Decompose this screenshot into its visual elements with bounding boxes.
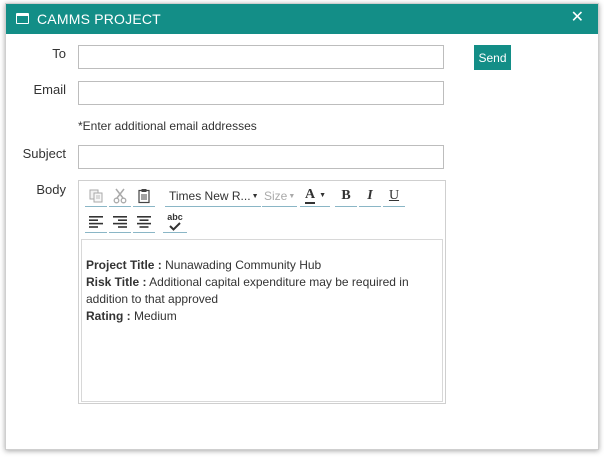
underline-button[interactable]: U	[383, 185, 405, 207]
rating-line: Rating : Medium	[86, 308, 438, 325]
spellcheck-icon	[169, 221, 181, 231]
bold-button[interactable]: B	[335, 185, 357, 207]
risk-title-line: Risk Title : Additional capital expendit…	[86, 274, 438, 308]
email-label: Email	[33, 82, 66, 97]
cut-icon[interactable]	[109, 185, 131, 207]
window-icon	[16, 13, 29, 24]
risk-title-label: Risk Title :	[86, 275, 147, 289]
align-left-button[interactable]	[85, 211, 107, 233]
rating-value: Medium	[134, 309, 177, 323]
chevron-down-icon: ▼	[319, 192, 327, 199]
bold-icon: B	[341, 187, 351, 203]
paste-icon[interactable]	[133, 185, 155, 207]
align-center-button[interactable]	[133, 211, 155, 233]
to-field[interactable]	[78, 45, 444, 69]
chevron-down-icon: ▼	[251, 192, 259, 200]
align-right-button[interactable]	[109, 211, 131, 233]
font-size-select[interactable]: Size▼	[262, 185, 297, 207]
subject-field[interactable]	[78, 145, 444, 169]
email-note: *Enter additional email addresses	[78, 119, 257, 133]
to-label: To	[52, 46, 66, 61]
font-color-button[interactable]: A ▼	[300, 185, 330, 207]
font-family-value: Times New R...	[169, 189, 251, 203]
project-title-value: Nunawading Community Hub	[165, 258, 322, 272]
project-title-label: Project Title :	[86, 258, 162, 272]
align-center-icon	[137, 215, 151, 228]
dialog-titlebar: CAMMS PROJECT ✕	[6, 4, 598, 34]
align-right-icon	[113, 215, 127, 228]
close-button[interactable]: ✕	[571, 8, 584, 28]
send-button[interactable]: Send	[474, 45, 511, 70]
editor-content[interactable]: Project Title : Nunawading Community Hub…	[81, 239, 443, 402]
font-color-icon: A	[305, 186, 316, 204]
chevron-down-icon: ▼	[288, 192, 296, 200]
spellcheck-label: abc	[167, 211, 183, 222]
copy-icon[interactable]	[85, 185, 107, 207]
dialog-title: CAMMS PROJECT	[37, 11, 161, 27]
email-dialog: CAMMS PROJECT ✕ To Send Email *Enter add…	[5, 3, 599, 450]
body-label: Body	[36, 182, 66, 197]
font-size-placeholder: Size	[264, 189, 288, 203]
rating-label: Rating :	[86, 309, 131, 323]
rich-text-editor: Times New R...▼ Size▼ A ▼ B I U abc Proj…	[78, 180, 446, 404]
spellcheck-button[interactable]: abc	[163, 211, 187, 233]
italic-button[interactable]: I	[359, 185, 381, 207]
project-title-line: Project Title : Nunawading Community Hub	[86, 257, 438, 274]
email-field[interactable]	[78, 81, 444, 105]
align-left-icon	[89, 215, 103, 228]
subject-label: Subject	[22, 146, 66, 161]
editor-toolbar: Times New R...▼ Size▼ A ▼ B I U abc	[79, 181, 445, 237]
italic-icon: I	[367, 187, 373, 203]
font-family-select[interactable]: Times New R...▼	[165, 185, 261, 207]
underline-icon: U	[388, 187, 400, 203]
